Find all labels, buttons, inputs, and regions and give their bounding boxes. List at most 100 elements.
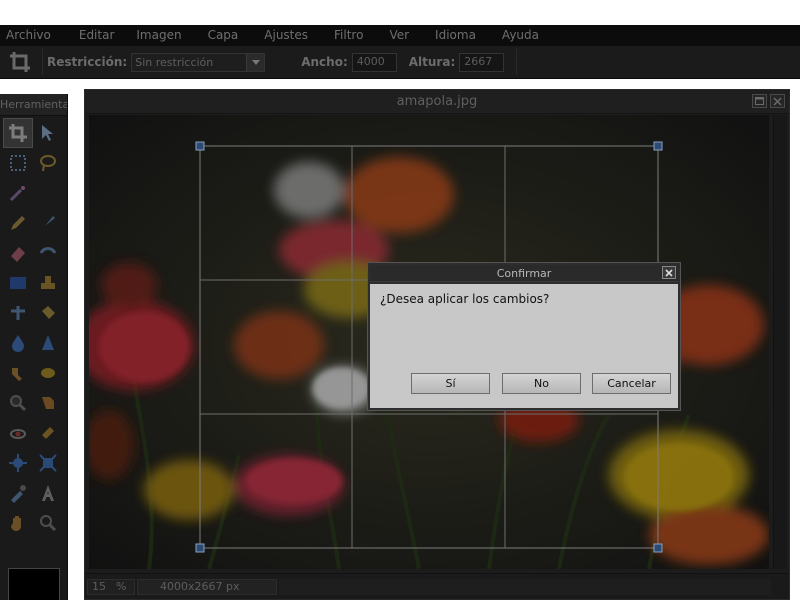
eyedropper-tool[interactable] xyxy=(3,478,33,508)
smudge-tool[interactable] xyxy=(3,358,33,388)
close-icon xyxy=(773,96,782,106)
restriction-value: Sin restricción xyxy=(135,55,214,69)
crop-tool[interactable] xyxy=(3,118,33,148)
magic-wand-icon xyxy=(9,186,25,202)
dialog-close-button[interactable] xyxy=(662,266,676,279)
dialog-body: ¿Desea aplicar los cambios? Sí No Cancel… xyxy=(370,284,678,408)
brush-icon xyxy=(42,216,55,229)
color-picker-tool[interactable] xyxy=(3,298,33,328)
menu-ajustes[interactable]: Ajustes xyxy=(258,25,314,46)
hand-icon xyxy=(11,516,21,531)
lasso-icon xyxy=(40,155,56,172)
document-titlebar[interactable]: amapola.jpg xyxy=(85,90,789,114)
tools-panel: Herramientas xyxy=(0,94,68,600)
width-input[interactable]: 4000 xyxy=(351,52,397,72)
move-icon xyxy=(42,125,53,141)
stamp-tool[interactable] xyxy=(33,268,63,298)
magnifier-icon xyxy=(40,515,57,532)
dialog-titlebar[interactable]: Confirmar xyxy=(370,265,678,282)
red-eye-icon xyxy=(10,429,26,439)
vertical-scrollbar[interactable] xyxy=(773,115,787,569)
bandage-tool[interactable] xyxy=(33,418,63,448)
menu-idioma[interactable]: Idioma xyxy=(429,25,482,46)
paint-bucket-tool[interactable] xyxy=(33,298,63,328)
brush-tool[interactable] xyxy=(33,208,63,238)
menu-archivo[interactable]: Archivo xyxy=(0,25,57,46)
chevron-down-icon[interactable] xyxy=(246,53,265,71)
zoom-icon xyxy=(10,395,27,412)
yes-button[interactable]: Sí xyxy=(411,373,490,394)
pinch-tool[interactable] xyxy=(3,448,33,478)
tools-panel-title: Herramientas xyxy=(0,94,67,116)
replace-color-icon xyxy=(39,247,57,254)
color-picker-icon xyxy=(11,306,25,320)
no-button[interactable]: No xyxy=(502,373,581,394)
restriction-select[interactable]: Sin restricción xyxy=(131,52,266,72)
smudge-icon xyxy=(12,368,22,381)
document-status-bar: 15 % 4000x2667 px xyxy=(85,573,789,599)
marquee-icon xyxy=(10,155,26,171)
zoom-value: 15 xyxy=(92,580,106,593)
menu-filtro[interactable]: Filtro xyxy=(328,25,369,46)
tool-options-bar: Restricción: Sin restricción Ancho: 4000… xyxy=(0,46,800,79)
sponge-tool[interactable] xyxy=(33,358,63,388)
maximize-icon xyxy=(755,97,764,105)
window-controls xyxy=(752,94,785,108)
paint-bucket-icon xyxy=(42,306,55,319)
crop-icon xyxy=(9,124,27,142)
sharpen-tool[interactable] xyxy=(33,328,63,358)
zoom-field[interactable]: 15 % xyxy=(87,578,135,595)
bloat-tool[interactable] xyxy=(33,448,63,478)
eraser-tool[interactable] xyxy=(3,238,33,268)
stamp-icon xyxy=(41,276,55,289)
drop-icon xyxy=(12,335,24,352)
text-tool[interactable] xyxy=(33,478,63,508)
gradient-tool[interactable] xyxy=(3,268,33,298)
pencil-tool[interactable] xyxy=(3,208,33,238)
sharpen-icon xyxy=(42,335,54,350)
menu-ayuda[interactable]: Ayuda xyxy=(496,25,545,46)
lasso-tool[interactable] xyxy=(33,148,63,178)
eraser-icon xyxy=(11,247,25,262)
dialog-message: ¿Desea aplicar los cambios? xyxy=(380,292,550,306)
crop-icon xyxy=(4,49,36,75)
pencil-icon xyxy=(11,216,25,230)
move-tool[interactable] xyxy=(33,118,63,148)
height-label: Altura: xyxy=(408,55,456,69)
magnifier-tool[interactable] xyxy=(33,508,63,538)
eyedropper-icon xyxy=(11,485,26,503)
menu-ver[interactable]: Ver xyxy=(383,25,415,46)
screen-top-margin xyxy=(0,0,800,25)
sponge-icon xyxy=(41,368,55,378)
marquee-tool[interactable] xyxy=(3,148,33,178)
foreground-color-swatch[interactable] xyxy=(8,568,60,600)
burn-icon xyxy=(42,397,54,409)
zoom-tool[interactable] xyxy=(3,388,33,418)
divider xyxy=(516,49,518,75)
bloat-icon xyxy=(39,454,57,472)
divider xyxy=(42,49,43,75)
hand-tool[interactable] xyxy=(3,508,33,538)
drop-tool[interactable] xyxy=(3,328,33,358)
dialog-title: Confirmar xyxy=(496,266,552,280)
cancel-button[interactable]: Cancelar xyxy=(592,373,671,394)
height-input[interactable]: 2667 xyxy=(459,52,505,72)
zoom-unit: % xyxy=(116,580,127,593)
menu-capa[interactable]: Capa xyxy=(202,25,245,46)
red-eye-tool[interactable] xyxy=(3,418,33,448)
pinch-icon xyxy=(9,454,27,472)
width-label: Ancho: xyxy=(301,55,348,69)
bandage-icon xyxy=(42,427,54,439)
close-button[interactable] xyxy=(770,94,785,108)
horizontal-scrollbar[interactable] xyxy=(279,578,771,595)
burn-tool[interactable] xyxy=(33,388,63,418)
maximize-button[interactable] xyxy=(752,94,767,108)
image-size-readout: 4000x2667 px xyxy=(137,578,277,595)
close-icon xyxy=(665,268,673,277)
replace-color-tool[interactable] xyxy=(33,238,63,268)
magic-wand-tool[interactable] xyxy=(3,178,33,208)
text-icon xyxy=(42,485,54,501)
menu-editar[interactable]: Editar xyxy=(73,25,121,46)
restriction-label: Restricción: xyxy=(47,55,128,69)
menu-imagen[interactable]: Imagen xyxy=(130,25,187,46)
